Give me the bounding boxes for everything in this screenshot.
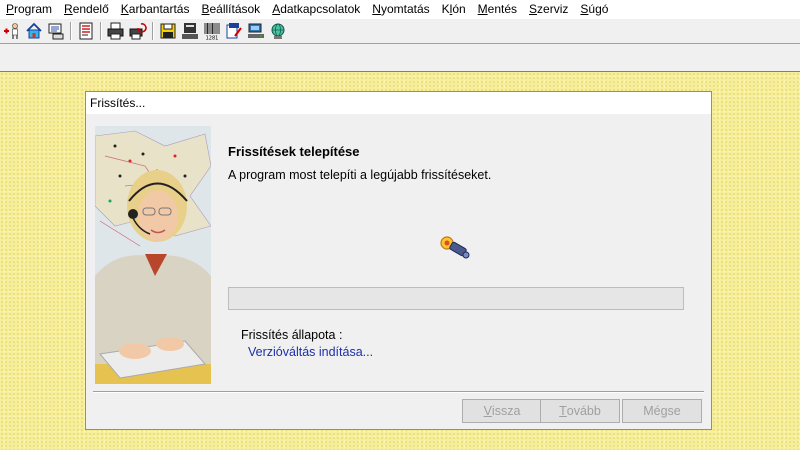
globe-icon[interactable] xyxy=(268,21,288,41)
toolbar-separator xyxy=(70,22,72,40)
status-label: Frissítés állapota : xyxy=(241,328,343,342)
menu-rendelo[interactable]: Rendelő xyxy=(58,0,115,19)
menu-adatkapcsolatok[interactable]: Adatkapcsolatok xyxy=(266,0,366,19)
barcode-icon[interactable]: 1281 xyxy=(202,21,222,41)
menu-beallitasok[interactable]: Beállítások xyxy=(195,0,266,19)
network-icon[interactable] xyxy=(246,21,266,41)
toolbar-band xyxy=(0,43,800,72)
dialog-title: Frissítés... xyxy=(90,96,146,110)
update-dialog: Frissítés... Frissítések telepítése A pr… xyxy=(85,91,712,430)
user-add-icon[interactable] xyxy=(2,21,22,41)
menu-mentes[interactable]: Mentés xyxy=(472,0,523,19)
menu-program[interactable]: Program xyxy=(0,0,58,19)
cancel-button[interactable]: Mégse xyxy=(622,399,702,423)
server-icon[interactable] xyxy=(180,21,200,41)
menu-karbantartas[interactable]: Karbantartás xyxy=(115,0,196,19)
menu-sugo[interactable]: Súgó xyxy=(574,0,614,19)
document-icon[interactable] xyxy=(76,21,96,41)
menu-nyomtatas[interactable]: Nyomtatás xyxy=(366,0,435,19)
status-value: Verzióváltás indítása... xyxy=(248,345,374,359)
next-button[interactable]: Tovább xyxy=(540,399,620,423)
toolbar-separator xyxy=(100,22,102,40)
support-agent-image xyxy=(95,126,211,384)
dialog-heading: Frissítések telepítése xyxy=(228,144,360,159)
home-icon[interactable] xyxy=(24,21,44,41)
edit-document-icon[interactable] xyxy=(224,21,244,41)
monitor-list-icon[interactable] xyxy=(46,21,66,41)
back-button[interactable]: Vissza xyxy=(462,399,542,423)
button-divider xyxy=(93,391,704,393)
dialog-titlebar[interactable]: Frissítés... xyxy=(86,92,711,114)
dialog-subtext: A program most telepíti a legújabb friss… xyxy=(228,168,492,182)
menubar: Program Rendelő Karbantartás Beállítások… xyxy=(0,0,800,19)
menu-klon[interactable]: Klón xyxy=(436,0,472,19)
print-icon[interactable] xyxy=(106,21,126,41)
update-progress-bar xyxy=(228,287,684,310)
toolbar-separator xyxy=(152,22,154,40)
menu-szerviz[interactable]: Szerviz xyxy=(523,0,574,19)
print-refresh-icon[interactable] xyxy=(128,21,148,41)
toolbar: 1281 xyxy=(0,19,800,43)
installing-animation-icon xyxy=(439,235,471,263)
save-disk-icon[interactable] xyxy=(158,21,178,41)
svg-text:1281: 1281 xyxy=(206,36,219,41)
